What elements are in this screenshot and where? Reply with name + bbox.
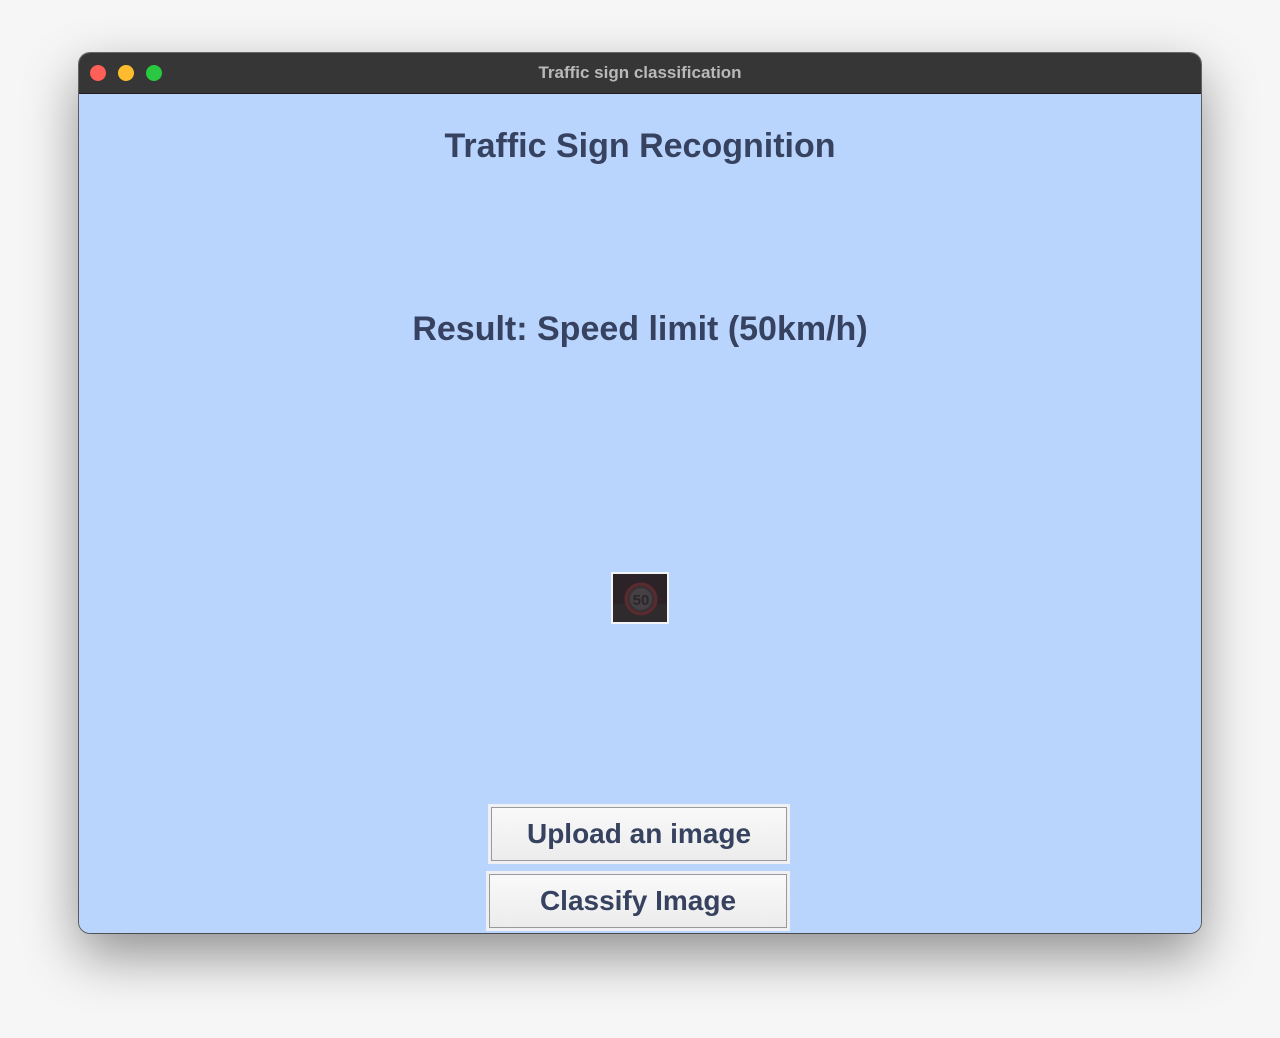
upload-image-button[interactable]: Upload an image [491,807,787,861]
window-titlebar[interactable]: Traffic sign classification [79,53,1201,94]
main-content: Traffic Sign Recognition Result: Speed l… [79,94,1201,933]
speed-limit-sign-icon: 50 [613,574,667,622]
page-heading: Traffic Sign Recognition [444,127,836,165]
window-title: Traffic sign classification [538,63,742,82]
classify-button-frame: Classify Image [486,871,790,931]
app-window: Traffic sign classification Traffic Sign… [79,53,1201,933]
upload-button-frame: Upload an image [488,804,790,864]
classify-image-button[interactable]: Classify Image [489,874,787,928]
uploaded-sign-image: 50 [611,572,669,624]
sign-number: 50 [633,592,650,609]
result-label: Result: Speed limit (50km/h) [412,310,868,348]
